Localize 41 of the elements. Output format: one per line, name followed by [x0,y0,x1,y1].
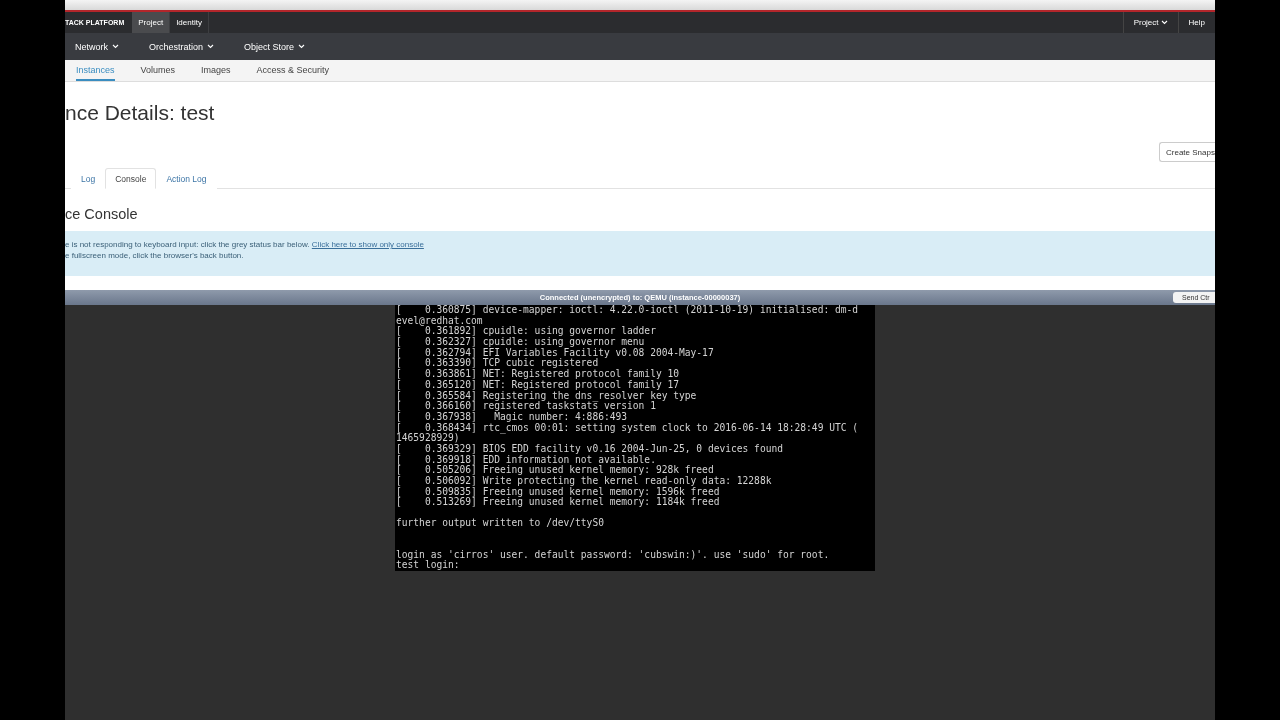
terminal-line: test login: [396,560,461,571]
page-title: nce Details: test [65,100,216,126]
show-console-link[interactable]: Click here to show only console [311,240,424,249]
info-text: e fullscreen mode, click the browser's back button. [65,251,245,260]
terminal-line: [ 0.506092] Write protecting the kernel read-only data: 12288k [396,476,773,487]
section-heading: ce Console [65,205,139,223]
sub-nav-tab[interactable]: Volumes [140,60,176,81]
terminal-line: [ 0.365584] Registering the dns_resolver key type [396,390,698,402]
chevron-down-icon [207,44,215,49]
terminal-line: [ 0.360875] device-mapper: ioctl: 4.22.0-ioctl (2011-10-19) initialised: dm-d [396,305,860,316]
create-snapshot-button[interactable]: Create Snaps [1159,142,1215,162]
sub-nav-tab[interactable]: Instances [76,60,115,81]
terminal-line: login as 'cirros' user. default password: 'cubswin:)'. use 'sudo' for root. [396,549,831,561]
terminal-line: [ 0.369329] BIOS EDD facility v0.16 2004-Jun-25, 0 devices found [396,443,784,455]
sub-nav-tab[interactable]: Images [201,60,231,81]
terminal-line: [ 0.362327] cpuidle: using governor menu [396,337,646,348]
nav-dropdown[interactable]: Orchestration [149,41,215,52]
terminal-line: 1465928929) [396,433,460,444]
terminal-line: further output written to /dev/ttyS0 [396,518,605,530]
chevron-down-icon [112,44,119,49]
console-terminal[interactable] [395,305,875,571]
top-nav-tab[interactable]: Project [132,12,171,33]
terminal-line: [ 0.362794] EFI Variables Facility v0.08 2004-May-17 [396,347,715,359]
terminal-line: [ 0.363861] NET: Registered protocol family 10 [396,369,681,380]
terminal-line: [ 0.505206] Freeing unused kernel memory: 928k freed [396,465,714,476]
terminal-line: [ 0.509835] Freeing unused kernel memory: 1596k freed [396,486,721,498]
nav-dropdown[interactable]: Object Store [244,41,306,52]
chevron-down-icon [298,44,306,49]
terminal-line: [ 0.363390] TCP cubic registered [396,358,599,370]
terminal-line: [ 0.369918] EDD information not available. [396,454,657,465]
detail-tab[interactable]: Console [105,168,157,189]
info-text: e is not responding to keyboard input: click the grey status bar below. Click here to show only console [65,240,425,249]
sub-nav-tab[interactable]: Access & Security [256,60,330,81]
terminal-line: [ 0.365120] NET: Registered protocol family 17 [396,379,681,391]
terminal-line: [ 0.361892] cpuidle: using governor ladder [396,326,657,338]
terminal-line: [ 0.367938] Magic number: 4:886:493 [396,411,629,423]
terminal-line: evel@redhat.com [396,315,483,327]
terminal-line: [ 0.368434] rtc_cmos 00:01: setting system clock to 2016-06-14 18:28:49 UTC ( [396,422,860,434]
nav-dropdown[interactable]: Network [75,41,119,52]
terminal-line: [ 0.513269] Freeing unused kernel memory: 1184k freed [396,497,721,509]
terminal-line: [ 0.366160] registered taskstats version 1 [396,401,656,412]
